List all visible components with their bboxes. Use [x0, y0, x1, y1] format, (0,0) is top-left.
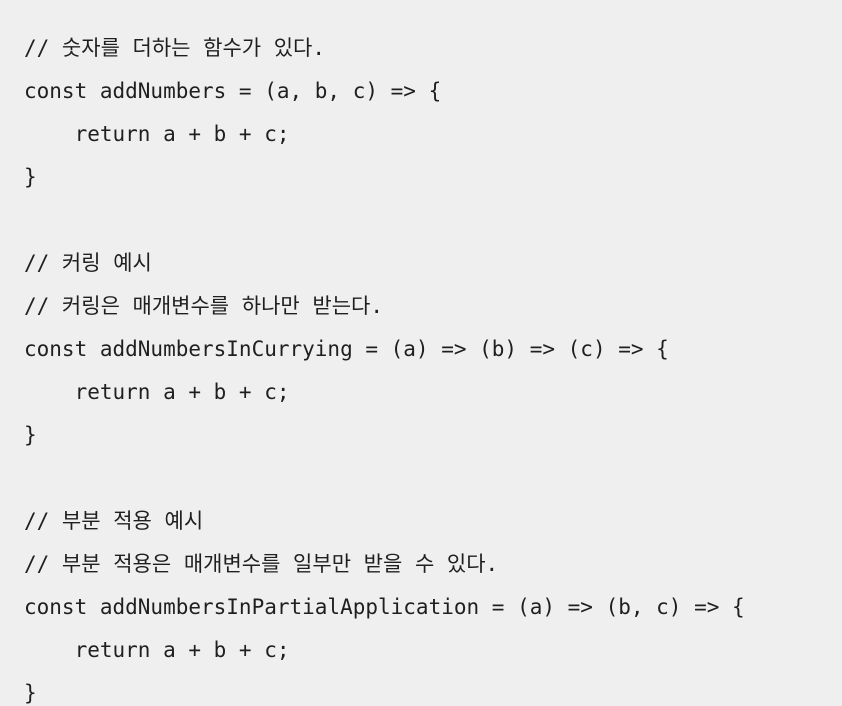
code-line-comment: // 커링 예시 — [24, 251, 152, 275]
code-line: } — [24, 681, 37, 705]
code-block: // 숫자를 더하는 함수가 있다. const addNumbers = (a… — [0, 0, 842, 706]
code-line-comment: // 숫자를 더하는 함수가 있다. — [24, 36, 326, 60]
code-line: const addNumbersInCurrying = (a) => (b) … — [24, 337, 669, 361]
code-line: } — [24, 165, 37, 189]
code-line: return a + b + c; — [24, 638, 290, 662]
code-line: const addNumbers = (a, b, c) => { — [24, 79, 442, 103]
code-line-comment: // 부분 적용 예시 — [24, 509, 204, 533]
code-line: return a + b + c; — [24, 122, 290, 146]
code-line: } — [24, 423, 37, 447]
code-line: const addNumbersInPartialApplication = (… — [24, 595, 745, 619]
code-line-comment: // 부분 적용은 매개변수를 일부만 받을 수 있다. — [24, 552, 499, 576]
code-line: return a + b + c; — [24, 380, 290, 404]
code-line-comment: // 커링은 매개변수를 하나만 받는다. — [24, 294, 383, 318]
